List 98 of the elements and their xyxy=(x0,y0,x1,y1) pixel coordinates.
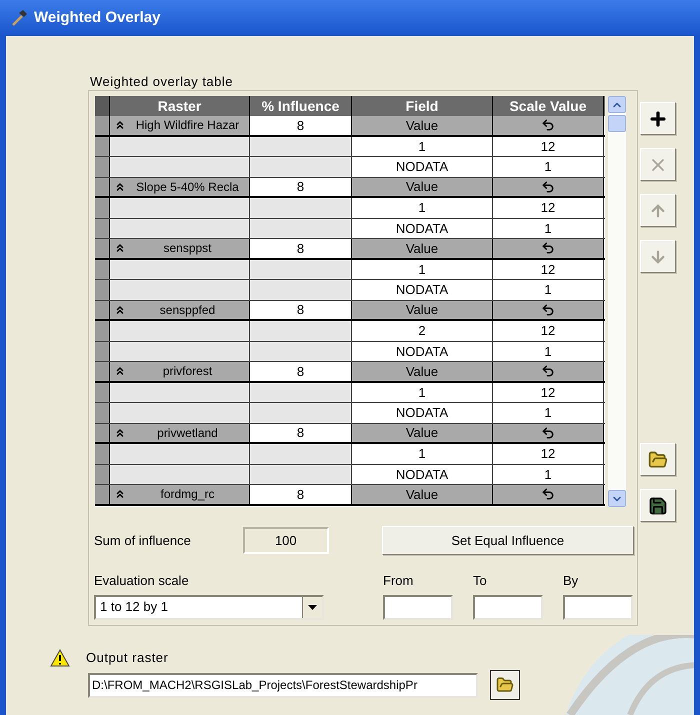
range-input-field[interactable] xyxy=(563,594,633,620)
raster-name: Slope 5-40% Recla xyxy=(135,178,240,196)
scale-value-cell[interactable]: 1 xyxy=(493,403,604,422)
undo-icon[interactable] xyxy=(541,118,555,132)
raster-name: fordmg_rc xyxy=(159,486,216,504)
raster-name: sensppfed xyxy=(158,302,216,319)
row-handle xyxy=(95,218,110,238)
warning-icon xyxy=(50,648,70,667)
scale-value-cell[interactable]: 12 xyxy=(493,382,604,402)
row-handle xyxy=(95,280,110,300)
table-cell: NODATA xyxy=(352,403,493,422)
plus-icon xyxy=(648,108,668,128)
table-cell: 1 xyxy=(352,136,493,156)
set-equal-influence-button[interactable]: Set Equal Influence xyxy=(382,526,634,555)
scroll-up-button[interactable] xyxy=(608,96,626,113)
dropdown-arrow-icon xyxy=(308,604,317,610)
raster-name: privwetland xyxy=(156,424,219,442)
folder-icon xyxy=(648,450,668,470)
evaluation-scale-label: Evaluation scale xyxy=(94,572,190,590)
dropdown-arrow-button[interactable] xyxy=(302,596,322,618)
row-handle xyxy=(95,403,110,422)
sum-label: Sum of influence xyxy=(94,532,192,550)
open-button[interactable] xyxy=(640,443,676,476)
undo-icon[interactable] xyxy=(541,180,555,194)
table-cell: 1 xyxy=(352,382,493,402)
scale-value-cell[interactable]: 12 xyxy=(493,444,604,464)
raster-name: privforest xyxy=(162,363,214,380)
collapse-icon[interactable] xyxy=(114,242,126,254)
collapse-icon[interactable] xyxy=(114,180,126,193)
scale-value-cell[interactable]: 1 xyxy=(493,157,604,176)
row-handle xyxy=(95,96,110,116)
save-button[interactable] xyxy=(640,489,676,522)
evaluation-scale-dropdown[interactable]: 1 to 12 by 1 xyxy=(94,594,324,620)
output-raster-field[interactable]: D:\FROM_MACH2\RSGISLab_Projects\ForestStewardshipPr xyxy=(88,672,478,698)
field-cell: Value xyxy=(352,300,493,319)
field-cell: Value xyxy=(352,362,493,380)
influence-cell[interactable]: 8 xyxy=(250,424,352,442)
field-cell: Value xyxy=(352,178,493,196)
output-raster-label: Output raster xyxy=(86,649,168,667)
folder-icon xyxy=(496,676,514,694)
collapse-icon[interactable] xyxy=(114,488,126,500)
table-cell: 1 xyxy=(352,444,493,464)
range-input-field[interactable] xyxy=(383,594,453,620)
scale-value-cell[interactable]: 12 xyxy=(493,260,604,279)
undo-icon[interactable] xyxy=(541,241,555,256)
range-label: To xyxy=(473,572,488,590)
scale-value-cell[interactable]: 12 xyxy=(493,321,604,340)
table-cell: NODATA xyxy=(352,218,493,238)
field-cell: Value xyxy=(352,485,493,504)
row-handle xyxy=(95,464,110,484)
table-cell: 2 xyxy=(352,321,493,340)
table-cell: 1 xyxy=(352,260,493,279)
table-cell: 1 xyxy=(352,198,493,218)
scroll-thumb[interactable] xyxy=(608,115,626,132)
range-input-field[interactable] xyxy=(473,594,543,620)
scroll-down-button[interactable] xyxy=(608,490,626,507)
row-handle xyxy=(95,342,110,361)
collapse-icon[interactable] xyxy=(114,304,126,316)
arrow-down-icon xyxy=(649,248,667,266)
hammer-icon xyxy=(10,9,28,27)
field-cell: Value xyxy=(352,116,493,134)
field-cell: Value xyxy=(352,424,493,442)
scale-value-cell[interactable]: 1 xyxy=(493,342,604,361)
scale-value-cell[interactable]: 1 xyxy=(493,218,604,238)
table-cell: NODATA xyxy=(352,280,493,300)
table-cell: NODATA xyxy=(352,464,493,484)
influence-cell[interactable]: 8 xyxy=(250,116,352,134)
influence-cell[interactable]: 8 xyxy=(250,239,352,258)
influence-cell[interactable]: 8 xyxy=(250,300,352,319)
sum-field: 100 xyxy=(243,527,329,554)
window-title: Weighted Overlay xyxy=(34,8,160,28)
table-cell: NODATA xyxy=(352,157,493,176)
undo-icon[interactable] xyxy=(541,487,555,502)
scrollbar[interactable] xyxy=(608,96,626,507)
raster-name: High Wildfire Hazar xyxy=(134,117,240,134)
scale-value-cell[interactable]: 12 xyxy=(493,136,604,156)
table-label: Weighted overlay table xyxy=(90,73,234,91)
collapse-icon[interactable] xyxy=(114,119,126,132)
scale-value-cell[interactable]: 12 xyxy=(493,198,604,218)
range-label: From xyxy=(383,572,414,590)
table-cell: NODATA xyxy=(352,342,493,361)
collapse-icon[interactable] xyxy=(114,365,126,378)
influence-cell[interactable]: 8 xyxy=(250,178,352,196)
row-handle xyxy=(95,157,110,176)
add-button[interactable] xyxy=(640,102,676,135)
collapse-icon[interactable] xyxy=(114,426,126,439)
scale-value-cell[interactable]: 1 xyxy=(493,464,604,484)
range-label: By xyxy=(563,572,580,590)
undo-icon[interactable] xyxy=(541,426,555,440)
undo-icon[interactable] xyxy=(541,364,555,378)
undo-icon[interactable] xyxy=(541,302,555,317)
field-cell: Value xyxy=(352,239,493,258)
influence-cell[interactable]: 8 xyxy=(250,485,352,504)
scale-value-cell[interactable]: 1 xyxy=(493,280,604,300)
raster-name: sensppst xyxy=(162,240,213,258)
dropdown-value: 1 to 12 by 1 xyxy=(100,598,168,616)
browse-button[interactable] xyxy=(490,670,520,700)
influence-cell[interactable]: 8 xyxy=(250,362,352,380)
